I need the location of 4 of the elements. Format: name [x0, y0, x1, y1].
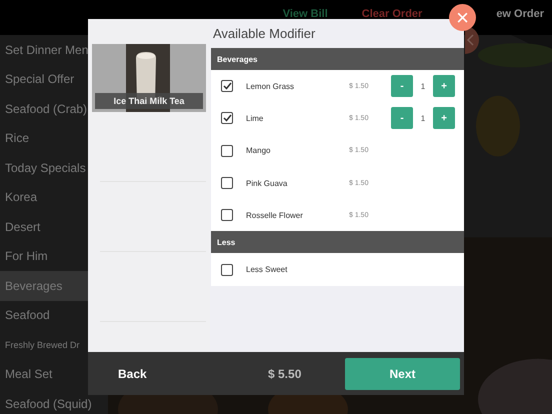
header-link[interactable]: ew Order — [496, 8, 544, 20]
header-link[interactable]: View Bill — [282, 8, 328, 20]
close-button[interactable]: × — [449, 4, 476, 31]
header-link[interactable]: Clear Order — [362, 8, 422, 20]
